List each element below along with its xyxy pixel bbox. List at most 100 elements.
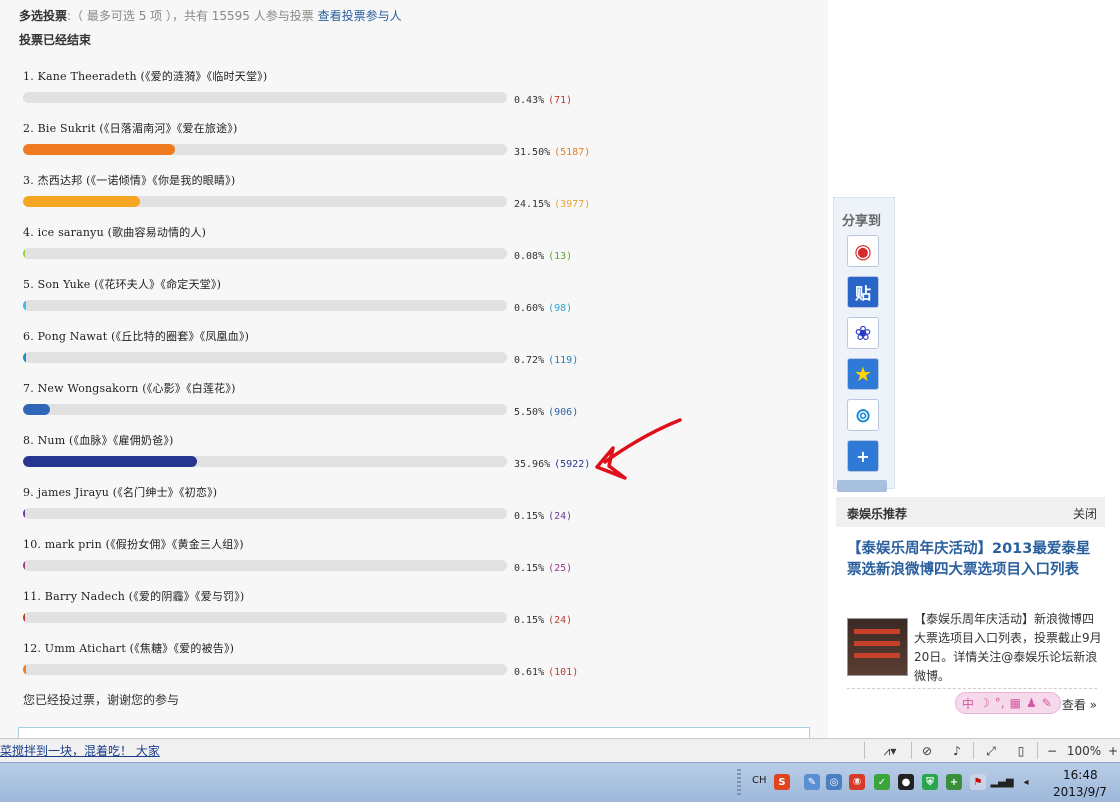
poll-option-bar-fill bbox=[23, 508, 25, 519]
poll-option-label: 8. Num (《血脉》《雇佣奶爸》) bbox=[23, 434, 174, 447]
recommend-header: 泰娱乐推荐 关闭 bbox=[836, 497, 1105, 527]
poll-option-bar-track bbox=[23, 352, 507, 363]
poll-option-bar-track bbox=[23, 612, 507, 623]
poll-option-bar-track bbox=[23, 508, 507, 519]
tray-shield-icon[interactable]: ⛨ bbox=[922, 774, 938, 790]
poll-option-label: 9. james Jirayu (《名门绅士》《初恋》) bbox=[23, 486, 218, 499]
poll-option-label: 11. Barry Nadech (《爱的阴霾》《爱与罚》) bbox=[23, 590, 245, 603]
zoom-out-button[interactable]: − bbox=[1042, 741, 1062, 761]
tieba-icon[interactable]: 贴 bbox=[847, 276, 879, 308]
poll-option-count: (101) bbox=[548, 667, 579, 678]
speaker-icon[interactable]: ◂ bbox=[1018, 774, 1034, 790]
tray-network-search-icon[interactable]: ◎ bbox=[826, 774, 842, 790]
poll-option-bar-track bbox=[23, 92, 507, 103]
poll-option-percent: 0.15% bbox=[514, 563, 545, 574]
zoom-level[interactable]: 100% bbox=[1064, 741, 1104, 761]
tray-check-icon[interactable]: ✓ bbox=[874, 774, 890, 790]
poll-option-result: 0.15% (25) bbox=[514, 563, 572, 574]
windows-taskbar: CH S ✎ ◎ ⑧ ✓ ● ⛨ + ⚑ ▂▄▆ ◂ 16:48 2013/9/… bbox=[0, 762, 1120, 802]
poll-option-count: (71) bbox=[548, 95, 573, 106]
ime-user-icon[interactable]: ♟ bbox=[1026, 696, 1037, 710]
recommend-divider bbox=[847, 688, 1097, 689]
poll-option-label: 6. Pong Nawat (《丘比特的圈套》《凤凰血》) bbox=[23, 330, 250, 343]
poll-option-bar-fill bbox=[23, 196, 140, 207]
poll-option-bar-track bbox=[23, 560, 507, 571]
tray-flag-icon[interactable]: ⚑ bbox=[970, 774, 986, 790]
baidu-paw-icon[interactable]: ❀ bbox=[847, 317, 879, 349]
tencent-weibo-icon[interactable]: ⊚ bbox=[847, 399, 879, 431]
ime-mode-label[interactable]: 中 bbox=[962, 695, 974, 712]
taskbar-grip[interactable] bbox=[737, 769, 741, 797]
view-voters-link[interactable]: 查看投票参与人 bbox=[318, 9, 402, 23]
poll-option-result: 35.96% (5922) bbox=[514, 459, 590, 470]
poll-option-bar-fill bbox=[23, 560, 25, 571]
poll-option-percent: 0.15% bbox=[514, 615, 545, 626]
clock-time[interactable]: 16:48 bbox=[1063, 768, 1098, 782]
poll-option-result: 0.15% (24) bbox=[514, 511, 572, 522]
poll-option-bar-track bbox=[23, 404, 507, 415]
status-link[interactable]: 菜搅拌到一块，混着吃！ 大家 bbox=[0, 742, 160, 759]
poll-option-bar-fill bbox=[23, 352, 26, 363]
ime-tool-icon[interactable]: ✎ bbox=[1042, 696, 1052, 710]
comment-box-edge bbox=[18, 727, 810, 738]
share-bar: 分享到 ◉ 贴 ❀ ★ ⊚ + bbox=[833, 197, 895, 492]
zoom-in-button[interactable]: + bbox=[1106, 741, 1120, 761]
poll-option-percent: 0.61% bbox=[514, 667, 545, 678]
poll-option-bar-fill bbox=[23, 144, 175, 155]
weibo-icon[interactable]: ◉ bbox=[847, 235, 879, 267]
poll-option-percent: 0.72% bbox=[514, 355, 545, 366]
poll-option-bar-track bbox=[23, 196, 507, 207]
poll-option-label: 4. ice saranyu (歌曲容易动情的人) bbox=[23, 226, 207, 239]
network-signal-icon[interactable]: ▂▄▆ bbox=[990, 774, 1013, 790]
red-arrow-annotation bbox=[595, 418, 682, 480]
poll-option-bar-track bbox=[23, 456, 507, 467]
recommend-description: 【泰娱乐周年庆活动】新浪微博四大票选项目入口列表，投票截止9月20日。详情关注@… bbox=[914, 612, 1102, 683]
qq-penguin-icon[interactable]: ● bbox=[898, 774, 914, 790]
split-view-icon[interactable]: ▯ bbox=[1010, 741, 1032, 761]
poll-option-result: 31.50% (5187) bbox=[514, 147, 590, 158]
qzone-star-icon[interactable]: ★ bbox=[847, 358, 879, 390]
poll-option-percent: 0.43% bbox=[514, 95, 545, 106]
tray-tool-icon[interactable]: ✎ bbox=[804, 774, 820, 790]
language-indicator[interactable]: CH bbox=[752, 775, 767, 786]
sogou-ime-icon[interactable]: S bbox=[774, 774, 790, 790]
poll-option-result: 0.60% (98) bbox=[514, 303, 572, 314]
poll-option-bar-track bbox=[23, 300, 507, 311]
poll-option-label: 7. New Wongsakorn (《心影》《白莲花》) bbox=[23, 382, 236, 395]
poll-option-label: 12. Umm Atichart (《焦糖》《爱的被告》) bbox=[23, 642, 235, 655]
poll-option-percent: 35.96% bbox=[514, 459, 551, 470]
volume-icon[interactable]: ♪ bbox=[946, 741, 968, 761]
ime-punct-icon[interactable]: °, bbox=[995, 696, 1005, 710]
poll-option-bar-fill bbox=[23, 664, 26, 675]
poll-option-result: 24.15% (3977) bbox=[514, 199, 590, 210]
recommend-headline-link[interactable]: 【泰娱乐周年庆活动】2013最爱泰星票选新浪微博四大票选项目入口列表 bbox=[847, 539, 1097, 581]
tray-security-icon[interactable]: ⑧ bbox=[849, 774, 865, 790]
ime-moon-icon[interactable]: ☽ bbox=[979, 696, 990, 710]
poll-option-count: (906) bbox=[548, 407, 579, 418]
perf-graph-icon[interactable]: ⩘▾ bbox=[873, 741, 907, 761]
recommend-more-link[interactable]: 查看 » bbox=[1062, 696, 1097, 713]
poll-option-percent: 0.15% bbox=[514, 511, 545, 522]
poll-option-count: (98) bbox=[548, 303, 573, 314]
ime-toolbar[interactable]: 中 ☽ °, ▦ ♟ ✎ bbox=[955, 692, 1061, 714]
fullscreen-icon[interactable]: ⤢ bbox=[980, 741, 1002, 761]
poll-option-bar-track bbox=[23, 144, 507, 155]
poll-option-bar-fill bbox=[23, 248, 25, 259]
recommend-close-button[interactable]: 关闭 bbox=[1073, 505, 1097, 522]
voted-message: 您已经投过票，谢谢您的参与 bbox=[23, 693, 180, 707]
tray-360-icon[interactable]: + bbox=[946, 774, 962, 790]
block-icon[interactable]: ⊘ bbox=[916, 741, 938, 761]
poll-option-result: 0.61% (101) bbox=[514, 667, 578, 678]
poll-option-label: 1. Kane Theeradeth (《爱的涟漪》《临时天堂》) bbox=[23, 70, 268, 83]
ime-keyboard-icon[interactable]: ▦ bbox=[1010, 696, 1021, 710]
poll-option-label: 5. Son Yuke (《花环夫人》《命定天堂》) bbox=[23, 278, 222, 291]
share-collapse-tab[interactable] bbox=[837, 480, 887, 492]
poll-option-label: 3. 杰西达邦 (《一诺倾情》《你是我的眼睛》) bbox=[23, 174, 236, 187]
poll-option-result: 0.43% (71) bbox=[514, 95, 572, 106]
poll-option-result: 0.72% (119) bbox=[514, 355, 578, 366]
recommend-thumbnail[interactable] bbox=[847, 618, 908, 676]
more-plus-icon[interactable]: + bbox=[847, 440, 879, 472]
poll-panel: 多选投票:（ 最多可选 5 项 ），共有 15595 人参与投票 查看投票参与人… bbox=[0, 0, 828, 738]
recommend-title: 泰娱乐推荐 bbox=[847, 507, 908, 521]
clock-date[interactable]: 2013/9/7 bbox=[1053, 785, 1107, 799]
